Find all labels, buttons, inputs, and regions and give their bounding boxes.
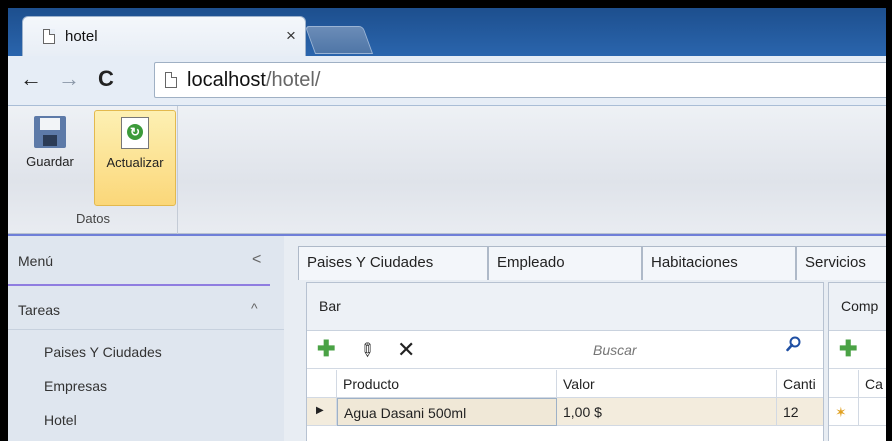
ribbon-group-label: Datos bbox=[76, 211, 110, 226]
comp-grid: Ca ✶ bbox=[829, 370, 886, 426]
column-header-cantidad[interactable]: Ca bbox=[859, 370, 886, 398]
refresh-label: Actualizar bbox=[106, 155, 164, 170]
sidebar: Menú < Tareas ^ Paises Y Ciudades Empres… bbox=[8, 236, 284, 441]
edit-pencil-icon[interactable]: ✎ bbox=[354, 338, 379, 364]
add-icon[interactable]: ✚ bbox=[317, 336, 335, 362]
column-header-producto[interactable]: Producto bbox=[337, 370, 557, 398]
page-icon bbox=[165, 72, 177, 88]
ribbon: Guardar ↻ Actualizar Datos bbox=[8, 106, 886, 234]
reload-icon[interactable]: C bbox=[98, 66, 114, 92]
chevron-up-icon[interactable]: ^ bbox=[251, 300, 258, 316]
collapse-menu-icon[interactable]: < bbox=[252, 251, 261, 269]
floppy-disk-icon bbox=[34, 116, 66, 148]
tab-strip: hotel × bbox=[8, 8, 886, 56]
cell-valor[interactable]: 1,00 $ bbox=[557, 398, 777, 426]
comp-panel: Comp ✚ Ca ✶ bbox=[828, 282, 886, 441]
row-pointer-icon: ▶ bbox=[316, 405, 324, 416]
browser-tab-hotel[interactable]: hotel × bbox=[22, 16, 306, 56]
cell-producto[interactable]: Agua Dasani 500ml bbox=[337, 398, 557, 426]
row-indicator-header bbox=[307, 370, 337, 398]
tab-title: hotel bbox=[65, 28, 98, 45]
comp-toolbar: ✚ bbox=[829, 331, 886, 369]
table-row[interactable]: ✶ bbox=[829, 398, 886, 426]
column-header-cantidad[interactable]: Canti bbox=[777, 370, 825, 398]
save-label: Guardar bbox=[26, 154, 74, 169]
sidebar-item-empresas[interactable]: Empresas bbox=[44, 378, 107, 394]
sidebar-item-paises-y-ciudades[interactable]: Paises Y Ciudades bbox=[44, 344, 162, 360]
search-field[interactable] bbox=[589, 337, 814, 363]
ribbon-group-datos: Guardar ↻ Actualizar Datos bbox=[8, 106, 178, 234]
tasks-title: Tareas bbox=[18, 302, 61, 318]
tab-habitaciones[interactable]: Habitaciones bbox=[642, 246, 796, 280]
cell-cantidad[interactable]: 12 bbox=[777, 398, 825, 426]
search-icon[interactable] bbox=[786, 336, 802, 352]
bar-panel: Bar ✚ ✎ ✕ Producto bbox=[306, 282, 824, 441]
bar-grid: Producto Valor Canti ▶ Agua Dasani 500ml… bbox=[307, 370, 823, 426]
back-arrow-icon[interactable]: ← bbox=[20, 66, 42, 92]
sidebar-item-hotel[interactable]: Hotel bbox=[44, 412, 77, 428]
page-icon bbox=[43, 29, 55, 44]
bar-toolbar: ✚ ✎ ✕ bbox=[307, 331, 823, 369]
refresh-document-icon: ↻ bbox=[121, 117, 149, 149]
grid-header-row: Producto Valor Canti bbox=[307, 370, 823, 398]
row-indicator-header bbox=[829, 370, 859, 398]
address-bar[interactable]: localhost/hotel/ bbox=[154, 62, 886, 98]
column-header-valor[interactable]: Valor bbox=[557, 370, 777, 398]
save-button[interactable]: Guardar bbox=[10, 110, 90, 206]
table-row[interactable]: ▶ Agua Dasani 500ml 1,00 $ 12 bbox=[307, 398, 823, 426]
bar-panel-title: Bar bbox=[307, 283, 823, 331]
url-host: localhost/hotel/ bbox=[187, 69, 321, 91]
browser-window: hotel × ← → C localhost/hotel/ Guardar ↻… bbox=[8, 8, 886, 441]
delete-icon[interactable]: ✕ bbox=[397, 337, 415, 363]
tab-paises-y-ciudades[interactable]: Paises Y Ciudades bbox=[298, 246, 488, 280]
menu-title: Menú bbox=[18, 253, 54, 269]
main-area: Menú < Tareas ^ Paises Y Ciudades Empres… bbox=[8, 234, 886, 441]
tab-close-icon[interactable]: × bbox=[286, 26, 296, 46]
content-area: Paises Y Ciudades Empleado Habitaciones … bbox=[284, 236, 886, 441]
refresh-button[interactable]: ↻ Actualizar bbox=[94, 110, 176, 206]
grid-header-row: Ca bbox=[829, 370, 886, 398]
row-indicator: ▶ bbox=[307, 398, 337, 426]
new-tab-button[interactable] bbox=[304, 26, 374, 54]
url-path: /hotel/ bbox=[265, 69, 321, 91]
tasks-header[interactable]: Tareas ^ bbox=[8, 288, 284, 330]
menu-header: Menú < bbox=[8, 236, 270, 286]
search-input[interactable] bbox=[589, 337, 814, 363]
comp-panel-title: Comp bbox=[829, 283, 886, 331]
new-row-icon[interactable]: ✶ bbox=[829, 398, 859, 426]
add-icon[interactable]: ✚ bbox=[839, 336, 857, 362]
tab-servicios[interactable]: Servicios bbox=[796, 246, 886, 280]
forward-arrow-icon[interactable]: → bbox=[58, 66, 80, 92]
navigation-bar: ← → C localhost/hotel/ bbox=[8, 56, 886, 106]
tab-empleado[interactable]: Empleado bbox=[488, 246, 642, 280]
